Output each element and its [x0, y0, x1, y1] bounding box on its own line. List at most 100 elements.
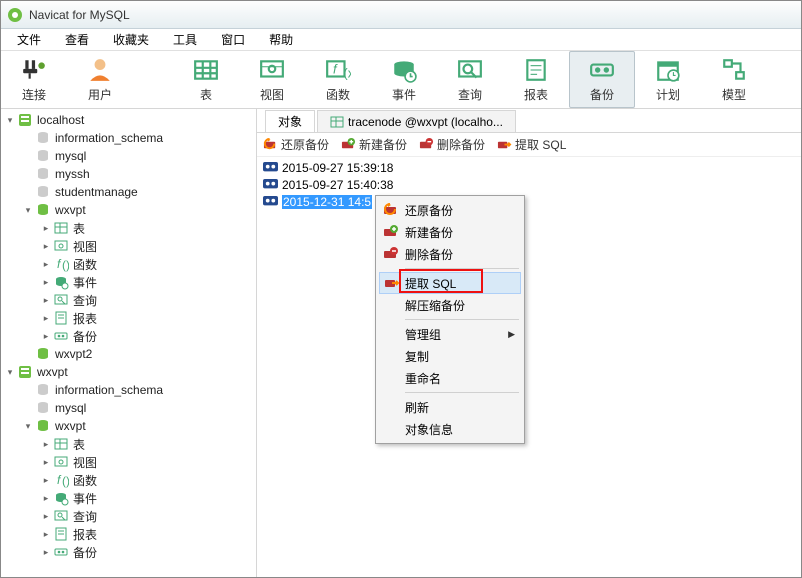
- expand-icon[interactable]: [23, 403, 33, 413]
- expand-icon[interactable]: [23, 151, 33, 161]
- expand-icon[interactable]: ▾: [5, 115, 15, 125]
- tree-node[interactable]: ▸查询: [1, 507, 256, 525]
- ctx-manage-group[interactable]: 管理组 ▶: [379, 323, 521, 345]
- tree-node[interactable]: ▸备份: [1, 327, 256, 345]
- ctx-new[interactable]: 新建备份: [379, 221, 521, 243]
- tree-node[interactable]: ▸表: [1, 435, 256, 453]
- svg-text:(x): (x): [343, 65, 351, 80]
- tree-node[interactable]: ▸f()函数: [1, 255, 256, 273]
- backup-item[interactable]: 2015-12-31 14:5: [263, 193, 795, 210]
- expand-icon[interactable]: ▸: [41, 439, 51, 449]
- menu-view[interactable]: 查看: [53, 29, 101, 50]
- toolbar-report[interactable]: 报表: [503, 51, 569, 108]
- tree-node[interactable]: ▸报表: [1, 309, 256, 327]
- expand-icon[interactable]: ▸: [41, 223, 51, 233]
- tree-node[interactable]: myssh: [1, 165, 256, 183]
- toolbar-table[interactable]: 表: [173, 51, 239, 108]
- function-icon: f(x): [325, 57, 351, 83]
- backup-list[interactable]: 2015-09-27 15:39:182015-09-27 15:40:3820…: [257, 157, 801, 577]
- menu-help[interactable]: 帮助: [257, 29, 305, 50]
- tree-node[interactable]: ▾wxvpt: [1, 201, 256, 219]
- tree-node[interactable]: ▸备份: [1, 543, 256, 561]
- toolbar-query[interactable]: 查询: [437, 51, 503, 108]
- expand-icon[interactable]: ▸: [41, 457, 51, 467]
- tree-node[interactable]: ▸f()函数: [1, 471, 256, 489]
- tree-node[interactable]: ▸查询: [1, 291, 256, 309]
- expand-icon[interactable]: ▸: [41, 529, 51, 539]
- tree-node[interactable]: mysql: [1, 147, 256, 165]
- tree-node[interactable]: ▾wxvpt: [1, 417, 256, 435]
- action-delete[interactable]: 删除备份: [419, 136, 485, 153]
- toolbar-backup[interactable]: 备份: [569, 51, 635, 108]
- tree-node-label: information_schema: [55, 383, 163, 397]
- ctx-copy[interactable]: 复制: [379, 345, 521, 367]
- toolbar-user[interactable]: 用户: [67, 51, 133, 108]
- ctx-delete-label: 删除备份: [405, 246, 453, 263]
- backup-item[interactable]: 2015-09-27 15:39:18: [263, 159, 795, 176]
- expand-icon[interactable]: ▸: [41, 331, 51, 341]
- action-extract[interactable]: 提取 SQL: [497, 136, 566, 153]
- tree-node[interactable]: ▸事件: [1, 273, 256, 291]
- tree-node[interactable]: wxvpt2: [1, 345, 256, 363]
- tree-node[interactable]: information_schema: [1, 129, 256, 147]
- expand-icon[interactable]: ▾: [23, 421, 33, 431]
- ctx-refresh[interactable]: 刷新: [379, 396, 521, 418]
- expand-icon[interactable]: [23, 133, 33, 143]
- expand-icon[interactable]: ▸: [41, 493, 51, 503]
- expand-icon[interactable]: ▸: [41, 241, 51, 251]
- toolbar-view[interactable]: 视图: [239, 51, 305, 108]
- tab-object[interactable]: 对象: [265, 110, 315, 132]
- tree-node[interactable]: ▸视图: [1, 453, 256, 471]
- expand-icon[interactable]: ▾: [23, 205, 33, 215]
- expand-icon[interactable]: [23, 169, 33, 179]
- expand-icon[interactable]: ▸: [41, 475, 51, 485]
- expand-icon[interactable]: ▸: [41, 277, 51, 287]
- toolbar-event-label: 事件: [392, 86, 416, 103]
- toolbar-event[interactable]: 事件: [371, 51, 437, 108]
- tree-node-label: information_schema: [55, 131, 163, 145]
- menu-file[interactable]: 文件: [5, 29, 53, 50]
- tree-node[interactable]: mysql: [1, 399, 256, 417]
- extract-icon: [384, 275, 400, 291]
- menu-window[interactable]: 窗口: [209, 29, 257, 50]
- menu-tools[interactable]: 工具: [161, 29, 209, 50]
- expand-icon[interactable]: ▸: [41, 547, 51, 557]
- expand-icon[interactable]: ▸: [41, 313, 51, 323]
- toolbar-function[interactable]: f(x) 函数: [305, 51, 371, 108]
- ctx-restore[interactable]: 还原备份: [379, 199, 521, 221]
- toolbar-connect[interactable]: 连接: [1, 51, 67, 108]
- ctx-object-info-label: 对象信息: [405, 421, 453, 438]
- toolbar-model[interactable]: 模型: [701, 51, 767, 108]
- expand-icon[interactable]: ▸: [41, 511, 51, 521]
- ctx-decompress[interactable]: 解压缩备份: [379, 294, 521, 316]
- tree-node[interactable]: ▸事件: [1, 489, 256, 507]
- connection-tree[interactable]: ▾localhostinformation_schemamysqlmysshst…: [1, 109, 257, 577]
- tree-node[interactable]: ▸视图: [1, 237, 256, 255]
- expand-icon[interactable]: [23, 187, 33, 197]
- db-on-icon: [35, 346, 51, 362]
- expand-icon[interactable]: ▸: [41, 259, 51, 269]
- expand-icon[interactable]: ▾: [5, 367, 15, 377]
- tree-node[interactable]: ▸表: [1, 219, 256, 237]
- ctx-separator: [405, 319, 519, 320]
- action-new[interactable]: 新建备份: [341, 136, 407, 153]
- expand-icon[interactable]: [23, 349, 33, 359]
- tree-node[interactable]: ▸报表: [1, 525, 256, 543]
- ctx-rename[interactable]: 重命名: [379, 367, 521, 389]
- ctx-object-info[interactable]: 对象信息: [379, 418, 521, 440]
- expand-icon[interactable]: ▸: [41, 295, 51, 305]
- ctx-extract-sql[interactable]: 提取 SQL: [379, 272, 521, 294]
- tape-icon: [263, 178, 278, 191]
- tree-node[interactable]: studentmanage: [1, 183, 256, 201]
- expand-icon[interactable]: [23, 385, 33, 395]
- action-extract-label: 提取 SQL: [515, 136, 566, 153]
- tab-tracenode[interactable]: tracenode @wxvpt (localho...: [317, 110, 516, 132]
- menu-fav[interactable]: 收藏夹: [101, 29, 161, 50]
- tree-node[interactable]: information_schema: [1, 381, 256, 399]
- toolbar-schedule[interactable]: 计划: [635, 51, 701, 108]
- backup-item[interactable]: 2015-09-27 15:40:38: [263, 176, 795, 193]
- tree-node[interactable]: ▾wxvpt: [1, 363, 256, 381]
- ctx-delete[interactable]: 删除备份: [379, 243, 521, 265]
- tree-node[interactable]: ▾localhost: [1, 111, 256, 129]
- action-restore[interactable]: 还原备份: [263, 136, 329, 153]
